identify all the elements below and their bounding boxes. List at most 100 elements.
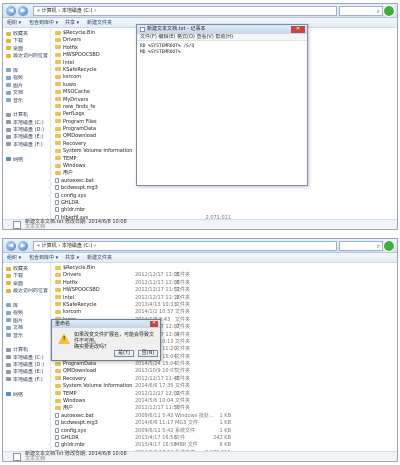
- organize-button[interactable]: 组织 ▾: [7, 254, 21, 262]
- dialog-titlebar[interactable]: 重命名 ✕: [52, 320, 160, 328]
- file-name: ksrcom: [63, 309, 82, 316]
- nav-item[interactable]: 收藏夹: [3, 31, 50, 38]
- nav-item[interactable]: 图片: [3, 318, 50, 325]
- back-icon[interactable]: ◀: [6, 6, 16, 16]
- file-row[interactable]: ksrcom 2014/1/2 10:37 文件夹: [55, 309, 393, 316]
- search-icon: ⌕: [376, 8, 380, 15]
- nav-item[interactable]: 音乐: [3, 333, 50, 340]
- back-icon[interactable]: ◀: [6, 241, 16, 251]
- file-row[interactable]: Recovery 2012/12/17 11:45 文件夹: [55, 376, 393, 383]
- nav-item[interactable]: 网络: [3, 392, 50, 399]
- file-row[interactable]: TEMP 2012/12/17 12:03 文件夹: [55, 391, 393, 398]
- rename-warning-dialog[interactable]: 重命名 ✕ ! 如果改变文件扩展名，可能会导致文件不可用。 确实要更改吗？ 是(…: [51, 319, 161, 361]
- forward-icon[interactable]: ▶: [18, 241, 28, 251]
- notepad-menu[interactable]: 文件(F) 编辑(E) 格式(O) 查看(V) 帮助(H): [137, 34, 307, 41]
- nav-item[interactable]: 最近访问的位置: [3, 288, 50, 295]
- file-name: PerfLogs: [63, 111, 85, 118]
- file-row[interactable]: Drivers 2012/12/17 12:05 文件夹: [55, 272, 393, 279]
- new-folder-button[interactable]: 新建文件夹: [87, 19, 112, 27]
- notepad-titlebar[interactable]: 新建文本文档.txt - 记事本 ✕: [137, 25, 307, 34]
- file-name-cell: $Recycle.Bin: [55, 265, 133, 272]
- file-row[interactable]: HWSPOOCSBD 2012/12/17 11:52 文件夹: [55, 287, 393, 294]
- close-icon[interactable]: ✕: [150, 321, 158, 327]
- file-row[interactable]: bcdwespt.mg3 2014/6/6 11:17 MG3 文件 1 KB: [55, 420, 393, 427]
- forward-icon[interactable]: ▶: [18, 6, 28, 16]
- nav-item[interactable]: 本地磁盘 (C:): [3, 120, 50, 127]
- nav-item[interactable]: 本地磁盘 (F:): [3, 377, 50, 384]
- nav-item[interactable]: 库: [3, 68, 50, 75]
- nav-item[interactable]: 本地磁盘 (C:): [3, 355, 50, 362]
- nav-item[interactable]: 计算机: [3, 112, 50, 119]
- folder-icon: [55, 170, 61, 175]
- share-button[interactable]: 共享 ▾: [65, 254, 79, 262]
- nav-item[interactable]: 本地磁盘 (D:): [3, 127, 50, 134]
- nav-item[interactable]: 下载: [3, 38, 50, 45]
- breadcrumb[interactable]: « 计算机 › 本地磁盘 (C:) ›: [33, 241, 337, 251]
- search-input[interactable]: ⌕: [339, 6, 383, 16]
- file-row[interactable]: ProgramData 2014/5/24 15:04 文件夹: [55, 361, 393, 368]
- file-row[interactable]: Hotfix 2012/12/17 12:05 文件夹: [55, 280, 393, 287]
- search-input[interactable]: ⌕: [339, 241, 383, 251]
- share-button[interactable]: 共享 ▾: [65, 19, 79, 27]
- nav-item[interactable]: 文档: [3, 90, 50, 97]
- file-name-cell: TEMP: [55, 391, 133, 398]
- nav-item[interactable]: 本地磁盘 (D:): [3, 362, 50, 369]
- file-type: 文件夹: [175, 353, 191, 360]
- new-folder-button[interactable]: 新建文件夹: [87, 254, 112, 262]
- file-name: ghldr.mbr: [61, 442, 86, 449]
- folder-icon: [55, 295, 61, 300]
- close-icon[interactable]: ✕: [291, 26, 305, 33]
- file-row[interactable]: ghldr.mbr: [55, 207, 393, 214]
- no-button[interactable]: 否(N): [138, 350, 158, 357]
- notepad-text-area[interactable]: RD %SYSTEMROOT% /S/Q MD %SYSTEMROOT%: [137, 41, 307, 59]
- file-row[interactable]: 用户 2012/12/17 11:50 文件夹: [55, 405, 393, 412]
- star-icon: [6, 273, 11, 278]
- nav-item[interactable]: 收藏夹: [3, 266, 50, 273]
- folder-icon: [55, 67, 61, 72]
- nav-item[interactable]: 桌面: [3, 46, 50, 53]
- file-row[interactable]: GHLDR 2013/4/17 16:58 文件 242 KB: [55, 434, 393, 442]
- nav-item[interactable]: 视频: [3, 310, 50, 317]
- nav-item[interactable]: 下载: [3, 273, 50, 280]
- file-date: 2012/12/17 11:52: [135, 287, 180, 294]
- file-row[interactable]: Windows 2014/5/6 10:04 文件夹: [55, 398, 393, 405]
- nav-item[interactable]: 桌面: [3, 281, 50, 288]
- library-icon: [6, 75, 11, 80]
- nav-item[interactable]: 库: [3, 303, 50, 310]
- file-row[interactable]: autoexec.bat 2009/6/11 5:42 Windows 批处... 1…: [55, 412, 393, 420]
- breadcrumb[interactable]: « 计算机 › 本地磁盘 (C:) ›: [33, 6, 337, 16]
- file-row[interactable]: GHLDR: [55, 199, 393, 207]
- nav-item[interactable]: 本地磁盘 (F:): [3, 142, 50, 149]
- nav-item[interactable]: 计算机: [3, 347, 50, 354]
- file-row[interactable]: System Volume Information 2014/6/6 17:35 文…: [55, 383, 393, 390]
- file-row[interactable]: config.sys: [55, 192, 393, 200]
- nav-item[interactable]: 本地磁盘 (E:): [3, 369, 50, 376]
- file-row[interactable]: KSafeRecycle 2013/4/13 10:33 文件夹: [55, 302, 393, 309]
- file-name-cell: System Volume Information: [55, 148, 133, 155]
- nav-item[interactable]: 本地磁盘 (E:): [3, 134, 50, 141]
- file-row[interactable]: bcdwespt.mg3: [55, 185, 393, 192]
- nav-item[interactable]: 视频: [3, 75, 50, 82]
- file-row[interactable]: QMDownload 2013/10/9 10:07 文件夹: [55, 368, 393, 375]
- file-row[interactable]: $Recycle.Bin: [55, 265, 393, 272]
- nav-item-label: 本地磁盘 (F:): [13, 376, 43, 383]
- file-name-cell: Hotfix: [55, 280, 133, 287]
- organize-button[interactable]: 组织 ▾: [7, 19, 21, 27]
- nav-item-label: 桌面: [13, 280, 24, 287]
- notepad-window[interactable]: 新建文本文档.txt - 记事本 ✕ 文件(F) 编辑(E) 格式(O) 查看(…: [136, 24, 308, 186]
- file-name-cell: Intel: [55, 60, 133, 67]
- include-library-button[interactable]: 包含到库中 ▾: [29, 254, 58, 262]
- nav-item[interactable]: 网络: [3, 157, 50, 164]
- include-library-button[interactable]: 包含到库中 ▾: [29, 19, 58, 27]
- yes-button[interactable]: 是(Y): [114, 350, 134, 357]
- file-row[interactable]: config.sys 2009/6/11 5:42 系统文件 1 KB: [55, 427, 393, 435]
- file-row[interactable]: Intel 2012/12/17 12:18 文件夹: [55, 295, 393, 302]
- nav-item[interactable]: 图片: [3, 83, 50, 90]
- nav-item[interactable]: 音乐: [3, 98, 50, 105]
- nav-item[interactable]: 文档: [3, 325, 50, 332]
- file-name-cell: ProgramData: [55, 361, 133, 368]
- library-icon: [6, 333, 11, 338]
- file-row[interactable]: ghldr.mbr 2013/4/17 16:58 MBR 文件 8 KB: [55, 442, 393, 449]
- nav-item[interactable]: 最近访问的位置: [3, 53, 50, 60]
- folder-icon: [55, 104, 61, 109]
